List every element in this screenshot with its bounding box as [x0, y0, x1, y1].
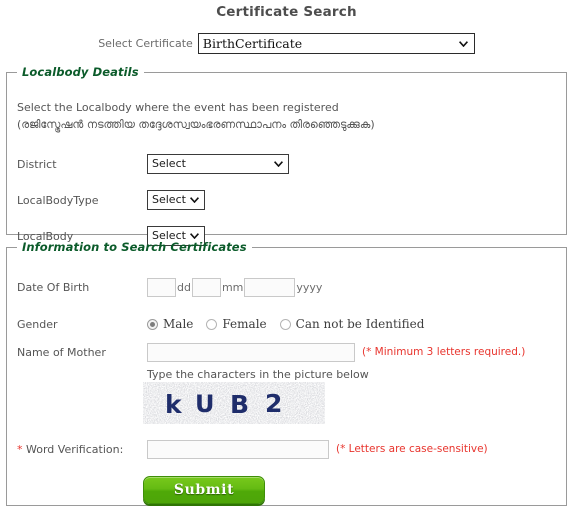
required-star: * [17, 442, 23, 456]
gender-label: Gender [17, 317, 58, 331]
select-certificate-value: BirthCertificate [202, 36, 303, 51]
chevron-down-icon [458, 40, 468, 47]
chevron-down-icon [190, 197, 199, 203]
name-of-mother-label: Name of Mother [17, 345, 106, 359]
submit-row: Submit [143, 476, 265, 504]
localbodytype-row: LocalBodyType Select [17, 190, 205, 210]
name-of-mother-input[interactable] [147, 342, 355, 362]
localbody-hint: Select the Localbody where the event has… [17, 99, 537, 133]
word-verification-label-text: Word Verification: [26, 442, 124, 456]
chevron-down-icon [274, 161, 283, 167]
search-information-fieldset: Information to Search Certificates Date … [6, 240, 567, 506]
radio-unselected-icon[interactable] [279, 318, 291, 330]
submit-button[interactable]: Submit [143, 476, 265, 504]
word-verification-note: (* Letters are case-sensitive) [336, 443, 488, 455]
search-information-legend: Information to Search Certificates [22, 240, 247, 254]
certificate-type-row: Select Certificate BirthCertificate [0, 33, 573, 54]
name-of-mother-note: (* Minimum 3 letters required.) [362, 346, 526, 358]
gender-option-female[interactable]: Female [206, 317, 267, 331]
localbodytype-dropdown[interactable]: Select [147, 190, 205, 210]
district-value: Select [152, 157, 186, 170]
localbody-details-fieldset: Localbody Deatils Select the Localbody w… [6, 65, 567, 246]
district-label: District [17, 157, 57, 171]
captcha-hint: Type the characters in the picture below [147, 368, 369, 381]
date-of-birth-year-unit: yyyy [296, 280, 323, 294]
gender-option-male[interactable]: Male [147, 317, 193, 331]
radio-selected-icon[interactable] [147, 318, 158, 330]
date-of-birth-month-input[interactable] [191, 277, 221, 297]
date-of-birth-month-unit: mm [221, 280, 244, 294]
svg-text:k: k [165, 390, 183, 419]
captcha-image: k U B 2 [143, 382, 325, 424]
gender-option-unidentified[interactable]: Can not be Identified [279, 317, 425, 331]
gender-row: Gender Male Female Can not be Identified [17, 314, 424, 334]
date-of-birth-row: Date Of Birth dd mm yyyy [17, 277, 323, 297]
name-of-mother-row: Name of Mother (* Minimum 3 letters requ… [17, 342, 525, 362]
svg-text:B: B [230, 390, 249, 419]
gender-option-unidentified-label: Can not be Identified [295, 317, 425, 331]
word-verification-input[interactable] [147, 439, 329, 459]
localbody-hint-malayalam: (രജിസ്ട്രേഷൻ നടത്തിയ തദ്ദേശസ്വയംഭരണസ്ഥാപ… [17, 118, 375, 131]
gender-option-male-label: Male [163, 317, 194, 331]
date-of-birth-day-unit: dd [177, 280, 191, 294]
localbodytype-value: Select [152, 193, 186, 206]
gender-radio-group: Male Female Can not be Identified [147, 317, 424, 331]
radio-unselected-icon[interactable] [206, 318, 218, 330]
select-certificate-label: Select Certificate [98, 37, 193, 50]
svg-text:U: U [195, 390, 215, 418]
word-verification-label: * Word Verification: [17, 443, 147, 456]
localbody-details-legend: Localbody Deatils [22, 65, 139, 79]
select-certificate-dropdown[interactable]: BirthCertificate [197, 33, 475, 54]
svg-text:2: 2 [265, 389, 282, 418]
date-of-birth-year-input[interactable] [244, 277, 296, 297]
gender-option-female-label: Female [222, 317, 267, 331]
district-row: District Select [17, 154, 289, 174]
date-of-birth-label: Date Of Birth [17, 280, 90, 294]
localbodytype-label: LocalBodyType [17, 193, 99, 207]
localbody-hint-english: Select the Localbody where the event has… [17, 101, 339, 114]
page-title: Certificate Search [216, 4, 357, 20]
district-dropdown[interactable]: Select [147, 154, 289, 174]
date-of-birth-day-input[interactable] [147, 277, 176, 297]
word-verification-row: * Word Verification: (* Letters are case… [17, 439, 488, 459]
chevron-down-icon [190, 233, 199, 239]
